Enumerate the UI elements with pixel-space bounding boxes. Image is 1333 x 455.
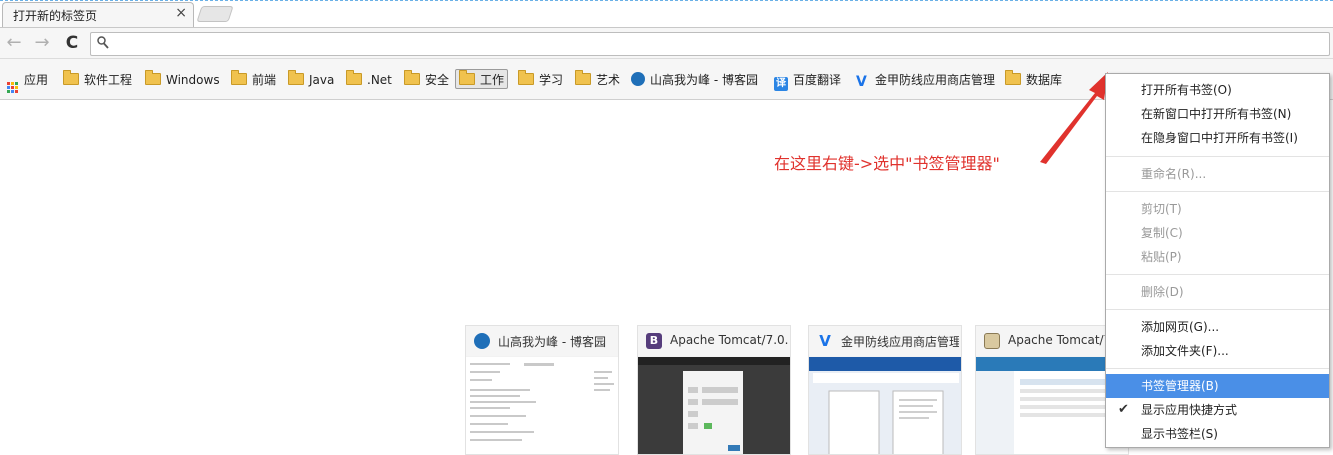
menu-bookmark-manager[interactable]: 书签管理器(B)	[1106, 374, 1329, 398]
bookmark-baidu-translate[interactable]: 译百度翻译	[774, 70, 842, 91]
menu-item-label: 显示应用快捷方式	[1141, 403, 1238, 417]
tomcat-icon	[984, 333, 1000, 349]
menu-separator	[1106, 368, 1329, 369]
bookmark-label: 艺术	[596, 73, 621, 87]
page-thumbnail	[638, 357, 790, 454]
bookmark-context-menu: 打开所有书签(O) 在新窗口中打开所有书签(N) 在隐身窗口中打开所有书签(I)…	[1105, 73, 1330, 448]
bookmark-label: 前端	[252, 73, 277, 87]
tile-header: 山高我为峰 - 博客园	[466, 326, 618, 356]
tab-new-tab[interactable]: 打开新的标签页 ×	[2, 2, 194, 27]
folder-icon	[63, 70, 79, 85]
folder-icon	[145, 70, 161, 85]
v-icon: V	[856, 74, 867, 90]
omnibox[interactable]	[90, 32, 1330, 56]
menu-delete: 删除(D)	[1141, 285, 1184, 299]
back-icon[interactable]: ←	[4, 33, 24, 53]
bookmark-folder-java[interactable]: Java	[288, 70, 334, 90]
tile-header: V 金甲防线应用商店管理	[809, 326, 961, 356]
bookmark-cnblogs[interactable]: 山高我为峰 - 博客园	[631, 70, 758, 90]
menu-open-all-new-window[interactable]: 在新窗口中打开所有书签(N)	[1106, 102, 1329, 126]
folder-icon	[231, 70, 247, 85]
annotation-text: 在这里右键->选中"书签管理器"	[774, 154, 1000, 173]
most-visited-tile[interactable]: B Apache Tomcat/7.0.6	[637, 325, 791, 455]
bookmark-apps[interactable]: 应用	[7, 70, 49, 93]
menu-open-all-incognito[interactable]: 在隐身窗口中打开所有书签(I)	[1106, 126, 1329, 150]
cnblogs-icon	[631, 72, 645, 86]
tile-title: Apache Tomcat/7.0.6	[670, 333, 788, 347]
menu-separator	[1106, 191, 1329, 192]
menu-add-folder[interactable]: 添加文件夹(F)...	[1106, 339, 1329, 363]
menu-rename: 重命名(R)...	[1141, 167, 1207, 181]
folder-icon	[288, 70, 304, 85]
bookmark-label: 百度翻译	[793, 73, 842, 87]
window-top-edge	[0, 0, 1333, 1]
tab-strip: 打开新的标签页 ×	[0, 0, 1333, 27]
tile-header: B Apache Tomcat/7.0.6	[638, 326, 790, 356]
bookmark-label: 安全	[425, 73, 450, 87]
tab-title: 打开新的标签页	[13, 9, 98, 23]
menu-cut: 剪切(T)	[1141, 202, 1182, 216]
apps-icon	[7, 82, 18, 93]
most-visited-tile[interactable]: 山高我为峰 - 博客园	[465, 325, 619, 455]
bootstrap-icon: B	[646, 333, 662, 349]
tab-close-icon[interactable]: ×	[175, 5, 187, 21]
check-icon: ✔	[1118, 402, 1129, 417]
menu-separator	[1106, 309, 1329, 310]
bookmark-folder-security[interactable]: 安全	[404, 70, 449, 90]
folder-icon	[459, 70, 475, 85]
toolbar: ← → C	[0, 27, 1333, 59]
menu-copy: 复制(C)	[1141, 226, 1183, 240]
new-tab-button[interactable]	[196, 6, 234, 22]
bookmark-folder-database[interactable]: 数据库	[1005, 70, 1062, 90]
bookmark-label: 金甲防线应用商店管理	[875, 73, 996, 87]
bookmark-folder-software-engineering[interactable]: 软件工程	[63, 70, 132, 90]
bookmark-folder-frontend[interactable]: 前端	[231, 70, 276, 90]
omnibox-input[interactable]	[115, 35, 1319, 55]
bookmark-folder-study[interactable]: 学习	[518, 70, 563, 90]
page-thumbnail	[466, 357, 618, 454]
forward-icon[interactable]: →	[32, 33, 52, 53]
bookmark-label: 数据库	[1026, 73, 1063, 87]
menu-show-bookmarks-bar[interactable]: 显示书签栏(S)	[1106, 422, 1329, 446]
cnblogs-icon	[474, 333, 490, 349]
folder-icon	[518, 70, 534, 85]
bookmark-folder-dotnet[interactable]: .Net	[346, 70, 392, 90]
folder-icon	[404, 70, 420, 85]
most-visited-tile[interactable]: V 金甲防线应用商店管理	[808, 325, 962, 455]
bookmark-label: 软件工程	[84, 73, 133, 87]
bookmark-label: 工作	[480, 73, 505, 87]
bookmark-folder-work[interactable]: 工作	[455, 69, 509, 89]
menu-separator	[1106, 274, 1329, 275]
bookmark-label: .Net	[367, 73, 392, 87]
reload-icon[interactable]: C	[62, 33, 82, 53]
tile-title: 山高我为峰 - 博客园	[498, 335, 606, 349]
page-thumbnail	[809, 357, 961, 454]
bookmark-folder-art[interactable]: 艺术	[575, 70, 620, 90]
bookmark-label: Java	[309, 73, 335, 87]
bookmark-jinjia-store[interactable]: V 金甲防线应用商店管理	[856, 70, 996, 90]
search-icon	[97, 36, 109, 53]
folder-icon	[575, 70, 591, 85]
bookmark-label: 应用	[24, 73, 49, 87]
menu-show-apps-shortcut[interactable]: ✔ 显示应用快捷方式	[1106, 398, 1329, 422]
bookmark-folder-windows[interactable]: Windows	[145, 70, 220, 90]
menu-paste: 粘贴(P)	[1141, 250, 1182, 264]
v-icon: V	[819, 332, 831, 350]
bookmark-label: 山高我为峰 - 博客园	[650, 73, 758, 87]
baidu-translate-icon: 译	[774, 77, 788, 91]
menu-open-all-bookmarks[interactable]: 打开所有书签(O)	[1106, 78, 1329, 102]
bookmark-label: 学习	[539, 73, 564, 87]
menu-separator	[1106, 156, 1329, 157]
folder-icon	[346, 70, 362, 85]
menu-add-page[interactable]: 添加网页(G)...	[1106, 315, 1329, 339]
tile-title: 金甲防线应用商店管理	[841, 335, 959, 349]
folder-icon	[1005, 70, 1021, 85]
bookmark-label: Windows	[166, 73, 220, 87]
